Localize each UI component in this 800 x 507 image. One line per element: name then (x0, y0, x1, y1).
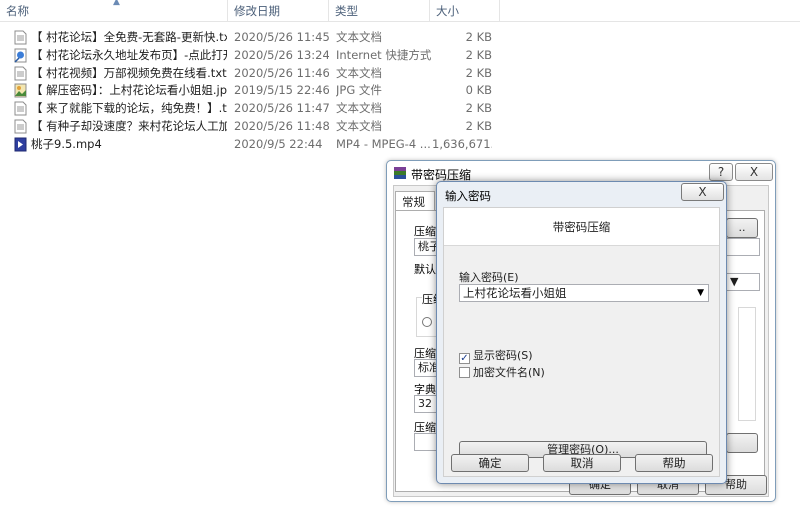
file-size: 2 KB (465, 30, 492, 44)
text-file-icon (14, 66, 27, 81)
show-password-label: 显示密码(S) (473, 349, 533, 362)
column-date[interactable]: 修改日期 (228, 0, 329, 22)
text-file-icon (14, 30, 27, 45)
file-type: Internet 快捷方式 (336, 47, 432, 62)
file-name: 【 村花论坛】全免费-无套路-更新快.txt (31, 30, 227, 44)
file-type: JPG 文件 (336, 83, 382, 98)
file-type: 文本文档 (336, 30, 382, 44)
file-row[interactable]: 【 村花论坛永久地址发布页】-点此打开 2020/5/26 13:24 Intern… (0, 46, 500, 64)
password-input[interactable]: 上村花论坛看小姐姐 ▼ (459, 284, 709, 302)
winrar-icon (394, 167, 406, 179)
file-name: 【 解压密码】：上村花论坛看小姐姐.jpg (31, 83, 227, 98)
file-name: 【 来了就能下载的论坛，纯免费！】.txt (31, 101, 227, 116)
image-file-icon (14, 83, 27, 98)
file-row[interactable]: 桃子9.5.mp4 2020/9/5 22:44 MP4 - MPEG-4 ... 1… (0, 135, 500, 153)
cancel-button[interactable]: 取消 (543, 454, 621, 472)
file-date: 2019/5/15 22:46 (234, 83, 329, 98)
dictionary-value: 32 M (418, 397, 432, 410)
column-type[interactable]: 类型 (329, 0, 430, 22)
file-size: 2 KB (465, 47, 492, 62)
password-close-button[interactable]: X (681, 183, 724, 201)
ok-button[interactable]: 确定 (451, 454, 529, 472)
file-type: 文本文档 (336, 65, 382, 80)
file-name: 【 村花视频】万部视频免费在线看.txt (31, 65, 227, 80)
file-size: 0 KB (465, 83, 492, 98)
file-row[interactable]: 【 村花论坛】全免费-无套路-更新快.txt 2020/5/26 11:45 文本文… (0, 28, 500, 46)
text-file-icon (14, 119, 27, 134)
password-value: 上村花论坛看小姐姐 (463, 286, 567, 300)
help-title-button[interactable]: ? (709, 163, 733, 181)
file-type: 文本文档 (336, 119, 382, 133)
sort-up-icon: ▲ (113, 0, 120, 7)
file-row[interactable]: 【 来了就能下载的论坛，纯免费！】.txt 2020/5/26 11:47 文本文档… (0, 99, 500, 117)
file-date: 2020/5/26 13:24 (234, 47, 329, 62)
column-header-bar: 名称 ▲ 修改日期 类型 大小 (0, 0, 800, 22)
password-label: 输入密码(E) (459, 271, 519, 284)
profile-dropdown[interactable]: ▼ (726, 273, 760, 291)
tab-general[interactable]: 常规 (395, 191, 435, 211)
file-name: 【 有种子却没速度？来村花论坛人工加... (31, 119, 227, 133)
text-file-icon (14, 101, 27, 116)
encrypt-names-checkbox[interactable] (459, 367, 470, 378)
shortcut-icon (14, 48, 27, 63)
file-date: 2020/5/26 11:46 (234, 65, 329, 80)
file-date: 2020/5/26 11:48 (234, 119, 329, 133)
password-dialog-header: 带密码压缩 (444, 208, 719, 246)
file-size: 2 KB (465, 119, 492, 133)
password-dialog-body: 带密码压缩 输入密码(E) 上村花论坛看小姐姐 ▼ ✓ 显示密码(S) 加密文件名… (443, 207, 720, 477)
options-panel (738, 307, 756, 421)
video-file-icon (14, 137, 27, 152)
password-dialog-title: 输入密码 (445, 189, 491, 203)
file-size: 1,636,671... (432, 136, 492, 151)
password-dialog: 输入密码 X 带密码压缩 输入密码(E) 上村花论坛看小姐姐 ▼ ✓ 显示密码(S… (436, 181, 727, 484)
file-date: 2020/5/26 11:47 (234, 101, 329, 116)
file-name: 桃子9.5.mp4 (31, 136, 102, 151)
encrypt-names-label: 加密文件名(N) (473, 366, 545, 379)
password-dropdown-icon[interactable]: ▼ (697, 285, 704, 301)
file-type: 文本文档 (336, 101, 382, 116)
file-type: MP4 - MPEG-4 ... (336, 136, 431, 151)
column-size[interactable]: 大小 (430, 0, 500, 22)
archive-close-button[interactable]: X (735, 163, 773, 181)
help-button[interactable]: 帮助 (635, 454, 713, 472)
file-date: 2020/9/5 22:44 (234, 136, 323, 151)
show-password-checkbox[interactable]: ✓ (459, 353, 470, 364)
file-row[interactable]: 【 解压密码】：上村花论坛看小姐姐.jpg 2019/5/15 22:46 JPG … (0, 81, 500, 99)
browse-button[interactable]: .. (726, 218, 758, 238)
set-password-button[interactable] (726, 433, 758, 453)
encrypt-names-row[interactable]: 加密文件名(N) (459, 366, 545, 380)
file-size: 2 KB (465, 65, 492, 80)
radio-button[interactable] (422, 317, 432, 327)
file-row[interactable]: 【 有种子却没速度？来村花论坛人工加... 2020/5/26 11:48 文本文档… (0, 117, 500, 135)
file-name: 【 村花论坛永久地址发布页】-点此打开 (31, 47, 227, 62)
file-row[interactable]: 【 村花视频】万部视频免费在线看.txt 2020/5/26 11:46 文本文档 2… (0, 64, 500, 82)
file-size: 2 KB (465, 101, 492, 116)
show-password-row[interactable]: ✓ 显示密码(S) (459, 349, 533, 364)
file-date: 2020/5/26 11:45 (234, 30, 329, 44)
